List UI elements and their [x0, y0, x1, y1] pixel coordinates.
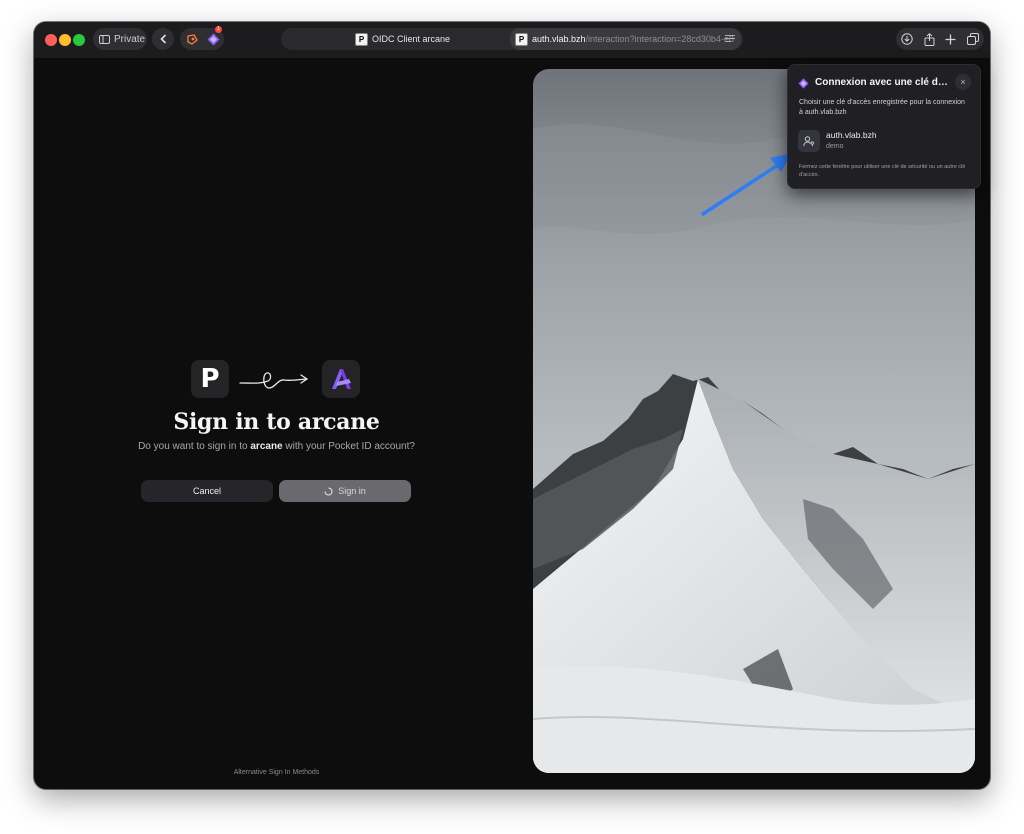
passkey-username: demo	[826, 143, 844, 150]
close-window-button[interactable]	[45, 34, 57, 46]
passkey-option[interactable]: auth.vlab.bzh demo	[796, 127, 972, 157]
back-button[interactable]	[152, 28, 174, 50]
passkey-host: auth.vlab.bzh	[826, 130, 877, 140]
pocket-id-logo-letter: P	[200, 364, 220, 394]
new-tab-icon[interactable]	[945, 34, 956, 45]
logo-row: P	[191, 360, 363, 400]
zoom-window-button[interactable]	[73, 34, 85, 46]
minimize-window-button[interactable]	[59, 34, 71, 46]
passkey-extension-icon	[798, 78, 809, 89]
tab-oidc-client[interactable]: P OIDC Client arcane	[355, 28, 450, 50]
share-icon[interactable]	[924, 32, 935, 46]
popover-footer-text: Fermez cette fenêtre pour utiliser une c…	[799, 164, 966, 178]
subtitle-text-after: with your Pocket ID account?	[282, 441, 415, 452]
arcane-logo	[322, 360, 360, 398]
page-title: Sign in to arcane	[173, 409, 380, 435]
extension-icon[interactable]	[186, 33, 199, 46]
extensions-group: 1	[180, 26, 224, 50]
subtitle-app-name: arcane	[250, 441, 283, 452]
private-label: Private	[114, 33, 146, 45]
download-icon[interactable]	[901, 33, 913, 45]
address-favicon: P	[515, 32, 528, 46]
sidebar-icon	[99, 34, 110, 44]
page-subtitle: Do you want to sign in to arcane with yo…	[34, 441, 519, 452]
sidebar-toggle-button[interactable]: Private	[93, 28, 147, 50]
spinner-icon	[324, 486, 333, 496]
popover-title: Connexion avec une clé d…	[815, 77, 948, 88]
subtitle-text-before: Do you want to sign in to	[138, 441, 251, 452]
close-icon: ×	[960, 77, 966, 87]
address-bar[interactable]: P auth.vlab.bzh/interaction?interaction=…	[510, 28, 741, 50]
tab-bar: P OIDC Client arcane P auth.vlab.bzh/int…	[281, 28, 743, 50]
arcane-logo-icon	[332, 369, 351, 389]
tab-title: OIDC Client arcane	[372, 34, 451, 44]
passkey-extension-icon[interactable]	[207, 33, 220, 46]
cancel-button[interactable]: Cancel	[141, 480, 273, 502]
sign-in-panel: P Sign in to arcane Do you want to sign …	[34, 59, 519, 789]
pocket-id-logo: P	[191, 360, 229, 398]
alternative-sign-in-link[interactable]: Alternative Sign In Methods	[34, 769, 519, 776]
url-path: /interaction?interaction=28cd30b4-e8	[585, 34, 734, 44]
toolbar-actions	[896, 28, 984, 50]
passkey-popover: Connexion avec une clé d… × Choisir une …	[787, 64, 981, 189]
tab-favicon: P	[355, 32, 368, 46]
popover-close-button[interactable]: ×	[955, 74, 971, 90]
back-icon	[159, 34, 166, 44]
popover-description: Choisir une clé d'accès enregistrée pour…	[799, 99, 965, 116]
url-host: auth.vlab.bzh	[532, 34, 586, 44]
sign-in-label: Sign in	[338, 486, 366, 496]
connect-arrow-icon	[239, 372, 309, 389]
extension-badge: 1	[215, 26, 222, 33]
user-key-icon	[798, 130, 820, 152]
browser-toolbar: Private 1 P OIDC Client arcane P auth.vl…	[34, 22, 990, 59]
tabs-overview-icon[interactable]	[966, 33, 979, 45]
reader-icon[interactable]	[725, 34, 735, 43]
sign-in-button[interactable]: Sign in	[279, 480, 411, 502]
